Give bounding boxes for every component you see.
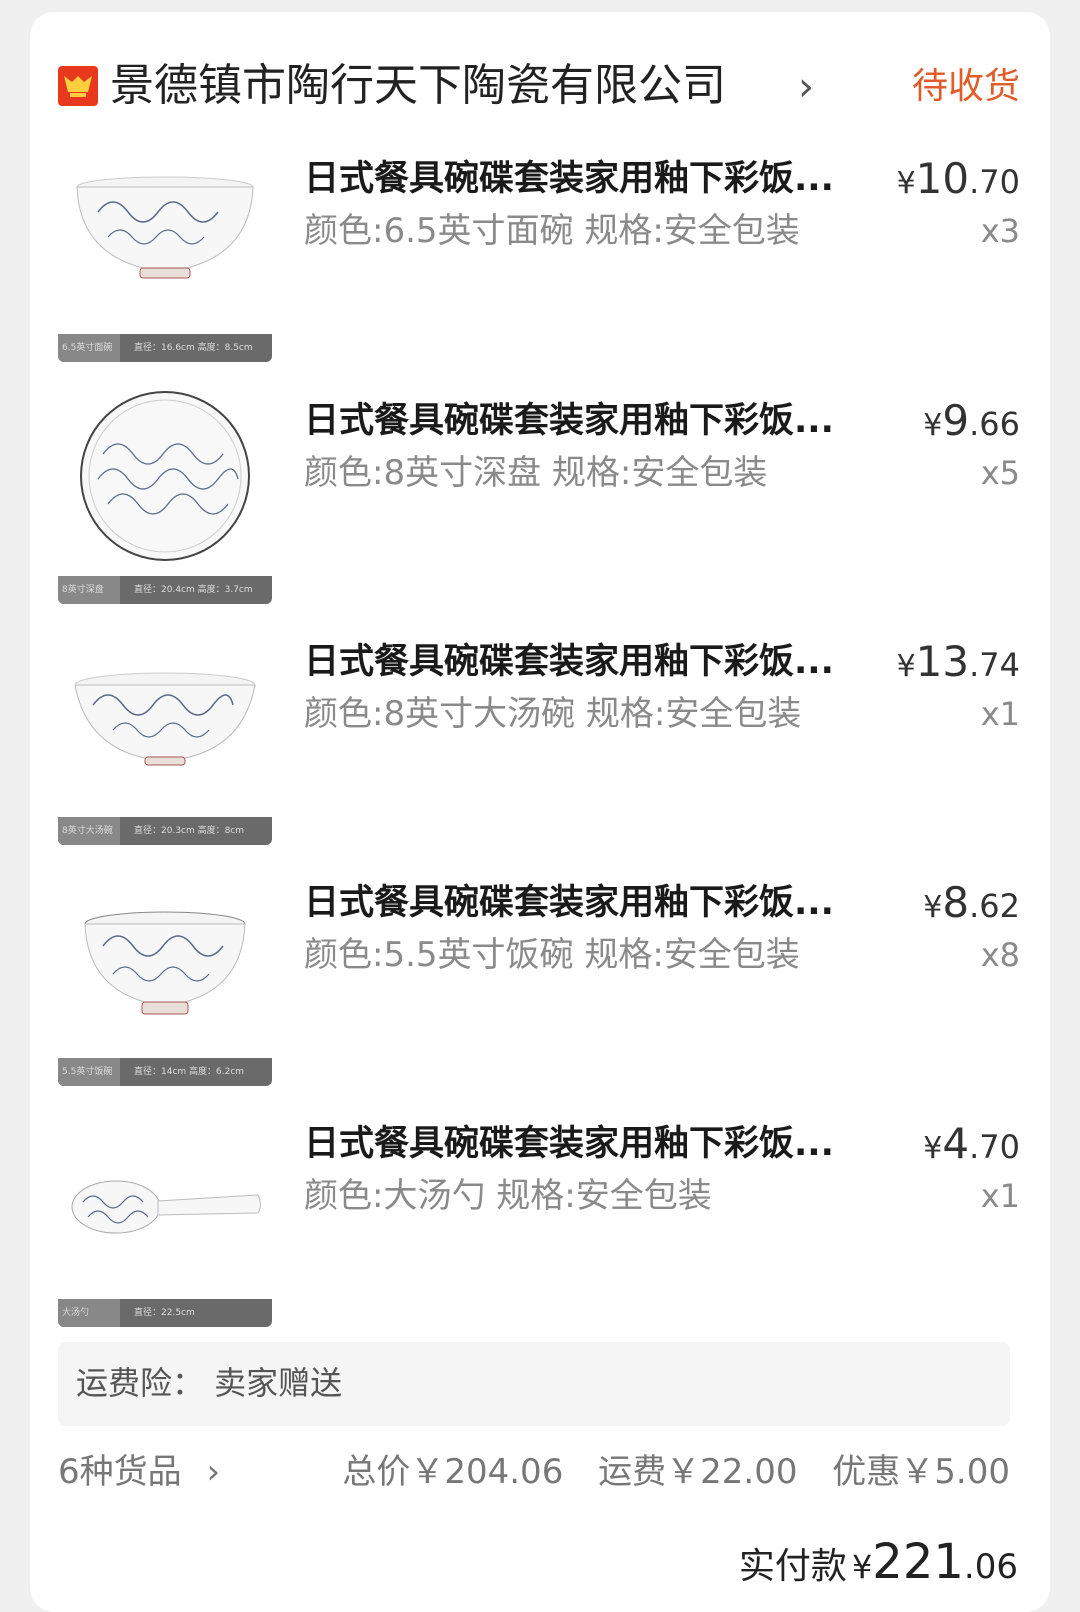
price-breakdown: 总价￥204.06 运费￥22.00 优惠￥5.00 — [318, 1444, 1010, 1500]
item-title[interactable]: 日式餐具碗碟套装家用釉下彩饭... — [304, 398, 844, 444]
product-thumbnail[interactable]: 大汤勺 直径：22.5cm — [58, 1107, 272, 1327]
item-spec: 颜色:8英寸大汤碗 规格:安全包装 — [304, 694, 802, 734]
item-quantity: x8 — [980, 936, 1020, 974]
item-title[interactable]: 日式餐具碗碟套装家用釉下彩饭... — [304, 156, 844, 202]
product-thumbnail[interactable]: 5.5英寸饭碗 直径：14cm 高度：6.2cm — [58, 866, 272, 1086]
shop-logo-icon — [58, 66, 98, 106]
bowl-icon — [76, 176, 254, 279]
item-spec: 颜色:6.5英寸面碗 规格:安全包装 — [304, 211, 800, 251]
list-item[interactable]: 大汤勺 直径：22.5cm 日式餐具碗碟套装家用釉下彩饭... 颜色:大汤勺 规… — [58, 1107, 1020, 1337]
order-summary: 6种货品 › 总价￥204.06 运费￥22.00 优惠￥5.00 — [58, 1444, 1010, 1500]
item-quantity: x5 — [980, 454, 1020, 492]
total-price: 总价￥204.06 — [342, 1452, 564, 1492]
product-thumbnail[interactable]: 6.5英寸面碗 直径：16.6cm 高度：8.5cm — [58, 142, 272, 362]
item-spec: 颜色:大汤勺 规格:安全包装 — [304, 1176, 712, 1216]
shipping-fee: 运费￥22.00 — [598, 1452, 798, 1492]
shop-name[interactable]: 景德镇市陶行天下陶瓷有限公司 — [110, 58, 726, 114]
shipping-insurance-row: 运费险： 卖家赠送 — [58, 1342, 1010, 1426]
thumbnail-caption: 6.5英寸面碗 直径：16.6cm 高度：8.5cm — [58, 334, 272, 362]
item-quantity: x1 — [980, 1177, 1020, 1215]
chevron-right-icon[interactable]: › — [206, 1452, 220, 1492]
item-title[interactable]: 日式餐具碗碟套装家用釉下彩饭... — [304, 880, 844, 926]
thumbnail-caption: 大汤勺 直径：22.5cm — [58, 1299, 272, 1327]
goods-count-label[interactable]: 6种货品 — [58, 1452, 182, 1492]
item-price: ¥9.66 — [923, 396, 1020, 445]
list-item[interactable]: 5.5英寸饭碗 直径：14cm 高度：6.2cm 日式餐具碗碟套装家用釉下彩饭.… — [58, 866, 1020, 1096]
soup-bowl-icon — [74, 672, 256, 766]
thumbnail-caption: 8英寸深盘 直径：20.4cm 高度：3.7cm — [58, 576, 272, 604]
item-title[interactable]: 日式餐具碗碟套装家用釉下彩饭... — [304, 639, 844, 685]
product-thumbnail[interactable]: 8英寸大汤碗 直径：20.3cm 高度：8cm — [58, 625, 272, 845]
goods-count-link[interactable]: 6种货品 › — [58, 1444, 220, 1500]
thumbnail-caption: 8英寸大汤碗 直径：20.3cm 高度：8cm — [58, 817, 272, 845]
item-price: ¥8.62 — [923, 878, 1020, 927]
thumbnail-caption: 5.5英寸饭碗 直径：14cm 高度：6.2cm — [58, 1058, 272, 1086]
spoon-icon — [71, 1180, 261, 1234]
discount: 优惠￥5.00 — [832, 1452, 1010, 1492]
amount-paid-label: 实付款 — [738, 1546, 847, 1587]
shipping-insurance-text: 运费险： 卖家赠送 — [76, 1364, 343, 1402]
item-price: ¥13.74 — [896, 637, 1020, 686]
list-item[interactable]: 8英寸深盘 直径：20.4cm 高度：3.7cm 日式餐具碗碟套装家用釉下彩饭.… — [58, 384, 1020, 614]
list-item[interactable]: 8英寸大汤碗 直径：20.3cm 高度：8cm 日式餐具碗碟套装家用釉下彩饭..… — [58, 625, 1020, 855]
item-spec: 颜色:8英寸深盘 规格:安全包装 — [304, 453, 768, 493]
item-price: ¥10.70 — [896, 154, 1020, 203]
item-price: ¥4.70 — [923, 1119, 1020, 1168]
item-quantity: x1 — [980, 695, 1020, 733]
item-quantity: x3 — [980, 212, 1020, 250]
item-title[interactable]: 日式餐具碗碟套装家用釉下彩饭... — [304, 1121, 844, 1167]
amount-paid: 实付款 ¥221.06 — [738, 1534, 1018, 1590]
plate-icon — [80, 391, 250, 561]
shop-header[interactable]: 景德镇市陶行天下陶瓷有限公司 › 待收货 — [58, 52, 1020, 122]
product-thumbnail[interactable]: 8英寸深盘 直径：20.4cm 高度：3.7cm — [58, 384, 272, 604]
chevron-right-icon[interactable]: › — [798, 64, 814, 110]
order-card: 景德镇市陶行天下陶瓷有限公司 › 待收货 6.5英寸面碗 直径：16.6cm 高… — [30, 12, 1050, 1612]
rice-bowl-icon — [84, 911, 246, 1015]
item-spec: 颜色:5.5英寸饭碗 规格:安全包装 — [304, 935, 800, 975]
order-status-badge: 待收货 — [911, 66, 1020, 107]
list-item[interactable]: 6.5英寸面碗 直径：16.6cm 高度：8.5cm 日式餐具碗碟套装家用釉下彩… — [58, 142, 1020, 372]
